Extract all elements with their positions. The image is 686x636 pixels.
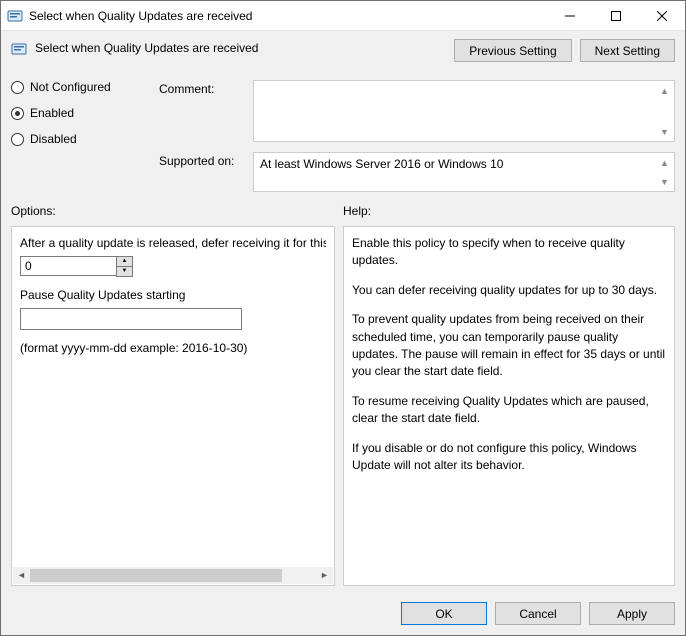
help-text: To resume receiving Quality Updates whic…: [352, 393, 666, 428]
previous-setting-button[interactable]: Previous Setting: [454, 39, 571, 62]
radio-disabled[interactable]: Disabled: [11, 132, 151, 146]
scroll-down-icon[interactable]: ▼: [656, 123, 673, 140]
format-hint: (format yyyy-mm-dd example: 2016-10-30): [20, 340, 326, 357]
comment-textbox[interactable]: ▲ ▼: [253, 80, 675, 142]
pause-label: Pause Quality Updates starting: [20, 287, 326, 304]
radio-label: Enabled: [30, 106, 74, 120]
maximize-button[interactable]: [593, 1, 639, 31]
options-label: Options:: [11, 204, 335, 218]
policy-title: Select when Quality Updates are received: [35, 39, 258, 55]
app-icon: [7, 8, 23, 24]
options-panel: After a quality update is released, defe…: [11, 226, 335, 586]
ok-button[interactable]: OK: [401, 602, 487, 625]
dialog-window: Select when Quality Updates are received…: [0, 0, 686, 636]
next-setting-button[interactable]: Next Setting: [580, 39, 675, 62]
help-text: If you disable or do not configure this …: [352, 440, 666, 475]
supported-value: At least Windows Server 2016 or Windows …: [254, 153, 674, 175]
apply-button[interactable]: Apply: [589, 602, 675, 625]
scroll-left-icon[interactable]: ◄: [13, 567, 30, 584]
scroll-down-icon[interactable]: ▼: [656, 173, 673, 190]
comment-value: [254, 81, 674, 89]
radio-label: Not Configured: [30, 80, 111, 94]
help-panel: Enable this policy to specify when to re…: [343, 226, 675, 586]
spinner-up-button[interactable]: ▲: [117, 257, 132, 267]
radio-enabled[interactable]: Enabled: [11, 106, 151, 120]
scroll-up-icon[interactable]: ▲: [656, 82, 673, 99]
pause-date-input[interactable]: [20, 308, 242, 330]
radio-icon: [11, 107, 24, 120]
help-text: You can defer receiving quality updates …: [352, 282, 666, 299]
titlebar: Select when Quality Updates are received: [1, 1, 685, 31]
scroll-up-icon[interactable]: ▲: [656, 154, 673, 171]
radio-label: Disabled: [30, 132, 77, 146]
close-button[interactable]: [639, 1, 685, 31]
supported-label: Supported on:: [159, 152, 247, 168]
policy-icon: [11, 41, 27, 57]
horizontal-scrollbar[interactable]: ◄ ►: [13, 567, 333, 584]
header-area: Select when Quality Updates are received…: [1, 31, 685, 204]
help-label: Help:: [343, 204, 675, 218]
help-text: To prevent quality updates from being re…: [352, 311, 666, 381]
cancel-button[interactable]: Cancel: [495, 602, 581, 625]
scroll-right-icon[interactable]: ►: [316, 567, 333, 584]
scrollbar-thumb[interactable]: [30, 569, 282, 582]
minimize-button[interactable]: [547, 1, 593, 31]
spinner-down-button[interactable]: ▼: [117, 267, 132, 276]
radio-icon: [11, 81, 24, 94]
defer-days-input[interactable]: [20, 256, 116, 276]
radio-not-configured[interactable]: Not Configured: [11, 80, 151, 94]
footer: OK Cancel Apply: [1, 592, 685, 635]
supported-textbox: At least Windows Server 2016 or Windows …: [253, 152, 675, 192]
radio-icon: [11, 133, 24, 146]
help-text: Enable this policy to specify when to re…: [352, 235, 666, 270]
defer-label: After a quality update is released, defe…: [20, 235, 326, 252]
comment-label: Comment:: [159, 80, 247, 96]
window-title: Select when Quality Updates are received: [29, 9, 547, 23]
panels-area: Options: After a quality update is relea…: [1, 204, 685, 592]
